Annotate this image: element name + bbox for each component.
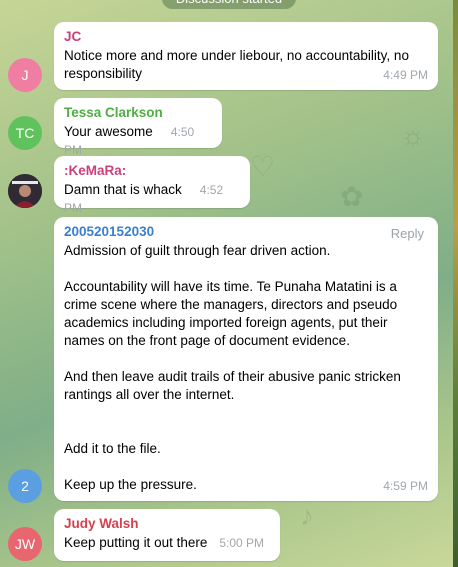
sender-name[interactable]: Tessa Clarkson: [64, 104, 212, 122]
avatar[interactable]: JW: [8, 527, 42, 561]
message-time: 4:59 PM: [383, 479, 428, 493]
doodle-flower-icon: ✿: [340, 181, 364, 212]
sender-name[interactable]: :KeMaRa:: [64, 162, 240, 180]
message-text: Your awesome: [64, 124, 153, 139]
message-text: Damn that is whack: [64, 182, 182, 197]
message-text: Notice more and more under liebour, no a…: [64, 48, 413, 81]
doodle-note-icon: ♪: [300, 500, 314, 531]
message-bubble[interactable]: JC Notice more and more under liebour, n…: [54, 22, 438, 90]
message-bubble[interactable]: 200520152030 Reply Admission of guilt th…: [54, 217, 438, 501]
window-edge-strip: [453, 0, 458, 567]
avatar-initials: TC: [15, 125, 35, 141]
message-time: 5:00 PM: [219, 536, 265, 550]
message-text: Keep putting it out there: [64, 535, 208, 550]
avatar-initials: JW: [14, 536, 36, 552]
sender-name[interactable]: Judy Walsh: [64, 515, 270, 533]
avatar-initials: 2: [21, 478, 29, 494]
avatar[interactable]: 2: [8, 469, 42, 503]
message-text: Admission of guilt through fear driven a…: [64, 243, 401, 492]
avatar[interactable]: [8, 174, 42, 208]
message-time: 4:49 PM: [383, 68, 428, 82]
avatar[interactable]: J: [8, 58, 42, 92]
reply-button[interactable]: Reply: [391, 225, 424, 243]
discussion-started-pill: Discussion started: [161, 0, 297, 9]
doodle-heart-icon: ♡: [250, 151, 276, 182]
doodle-sun-icon: ☼: [400, 120, 426, 151]
message-bubble[interactable]: Tessa Clarkson Your awesome 4:50 PM: [54, 98, 222, 157]
message-bubble[interactable]: Judy Walsh Keep putting it out there 5:00…: [54, 509, 280, 561]
message-bubble[interactable]: :KeMaRa: Damn that is whack 4:52 PM: [54, 156, 250, 215]
avatar[interactable]: TC: [8, 116, 42, 150]
sender-name[interactable]: JC: [64, 28, 428, 46]
avatar-initials: J: [21, 67, 29, 83]
sender-name[interactable]: 200520152030: [64, 223, 428, 241]
person-photo-icon: [8, 174, 42, 208]
